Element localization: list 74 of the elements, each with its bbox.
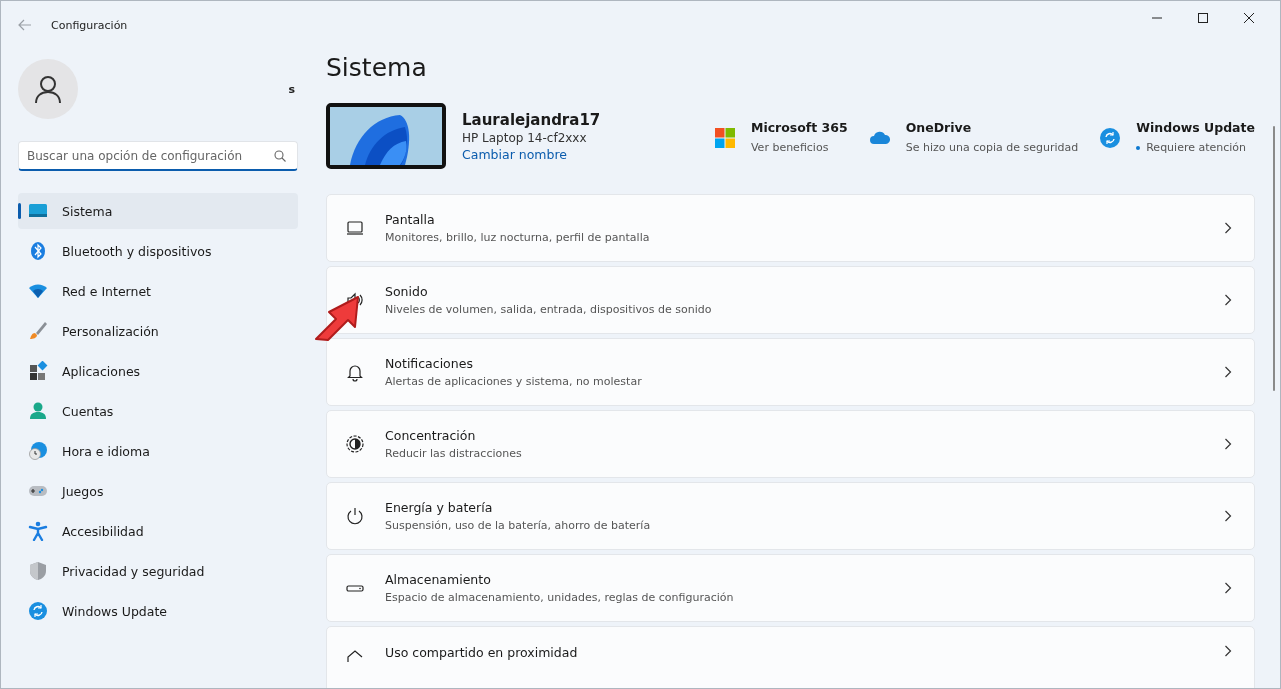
chevron-right-icon	[1224, 510, 1232, 522]
sidebar-item[interactable]: Personalización	[18, 313, 298, 349]
maximize-icon	[1198, 13, 1208, 23]
app-logo-icon	[714, 128, 735, 148]
sidebar-item[interactable]: Aplicaciones	[18, 353, 298, 389]
setting-title: Concentración	[385, 428, 477, 443]
nav-icon	[28, 321, 48, 341]
status-subtitle: Se hizo una copia de seguridad	[905, 141, 1079, 154]
setting-title: Energía y batería	[385, 500, 494, 515]
chevron-right-icon	[1224, 294, 1232, 306]
settings-card[interactable]: Concentración Reducir las distracciones	[326, 410, 1255, 478]
settings-card[interactable]: Uso compartido en proximidad	[326, 626, 1255, 688]
settings-card[interactable]: Pantalla Monitores, brillo, luz nocturna, perfil de pantalla	[326, 194, 1255, 262]
nav-icon	[28, 401, 48, 421]
sidebar-item[interactable]: Accesibilidad	[18, 513, 298, 549]
nav-icon	[28, 561, 48, 581]
device-name: Lauralejandra17	[462, 110, 601, 129]
sidebar-item[interactable]: Cuentas	[18, 393, 298, 429]
status-tile[interactable]: Windows Update Requiere atención	[1100, 118, 1255, 154]
status-title: Windows Update	[1136, 120, 1255, 135]
sidebar-item[interactable]: Bluetooth y dispositivos	[18, 233, 298, 269]
sidebar-item[interactable]: Juegos	[18, 473, 298, 509]
nav-icon	[28, 601, 48, 621]
chevron-right-icon	[1224, 366, 1232, 378]
page-title: Sistema	[326, 53, 428, 84]
setting-title: Notificaciones	[385, 356, 474, 371]
status-title: Microsoft 365	[750, 120, 848, 135]
status-tile[interactable]: Microsoft 365 Ver beneficios	[714, 118, 848, 154]
setting-description: Espacio de almacenamiento, unidades, reglas de configuración	[385, 591, 734, 604]
sync-icon	[1100, 128, 1121, 148]
window-title: Configuración	[51, 18, 128, 32]
setting-description: Reducir las distracciones	[385, 447, 522, 460]
nav-icon	[28, 441, 48, 461]
chevron-right-icon	[1224, 582, 1232, 594]
chevron-right-icon	[1224, 645, 1232, 657]
sidebar-item[interactable]: Red e Internet	[18, 273, 298, 309]
status-title: OneDrive	[905, 120, 973, 135]
setting-title: Pantalla	[385, 212, 436, 227]
sidebar-item[interactable]: Windows Update	[18, 593, 298, 629]
settings-card[interactable]: Almacenamiento Espacio de almacenamiento, unidades, reglas de configuración	[326, 554, 1255, 622]
chevron-right-icon	[1224, 222, 1232, 234]
bell-icon	[345, 362, 365, 382]
back-arrow-icon	[18, 19, 32, 31]
settings-card[interactable]: Sonido Niveles de volumen, salida, entrada, dispositivos de sonido	[326, 266, 1255, 334]
sidebar-item[interactable]: Hora e idioma	[18, 433, 298, 469]
scrollbar[interactable]	[1273, 126, 1275, 391]
settings-card[interactable]: Energía y batería Suspensión, uso de la batería, ahorro de batería	[326, 482, 1255, 550]
person-icon	[33, 74, 63, 104]
setting-description: Alertas de aplicaciones y sistema, no molestar	[385, 375, 642, 388]
setting-title: Sonido	[385, 284, 429, 299]
sidebar-item[interactable]: Sistema	[18, 193, 298, 229]
setting-description: Suspensión, uso de la batería, ahorro de batería	[385, 519, 651, 532]
status-tile[interactable]: OneDrive Se hizo una copia de seguridad	[869, 118, 1079, 154]
setting-description: Monitores, brillo, luz nocturna, perfil de pantalla	[385, 231, 650, 244]
status-subtitle: Requiere atención	[1146, 141, 1247, 154]
account-name: s	[288, 82, 295, 96]
close-icon	[1244, 13, 1254, 23]
device-model: HP Laptop 14-cf2xxx	[462, 130, 588, 145]
rename-link[interactable]: Cambiar nombre	[462, 146, 601, 162]
search-icon	[274, 150, 286, 162]
nav-icon	[28, 241, 48, 261]
monitor-icon	[345, 218, 365, 238]
chevron-right-icon	[1224, 438, 1232, 450]
search-field[interactable]: Buscar una opción de configuración	[18, 141, 298, 171]
setting-title: Almacenamiento	[385, 572, 492, 587]
focus-icon	[345, 434, 365, 454]
status-subtitle: Ver beneficios	[750, 141, 829, 154]
nav-icon	[28, 361, 48, 381]
sidebar-item[interactable]: Privacidad y seguridad	[18, 553, 298, 589]
setting-title: Uso compartido en proximidad	[385, 645, 578, 660]
power-icon	[345, 506, 365, 526]
settings-card[interactable]: Notificaciones Alertas de aplicaciones y sistema, no molestar	[326, 338, 1255, 406]
setting-description: Niveles de volumen, salida, entrada, dispositivos de sonido	[385, 303, 712, 316]
nav-icon	[28, 521, 48, 541]
